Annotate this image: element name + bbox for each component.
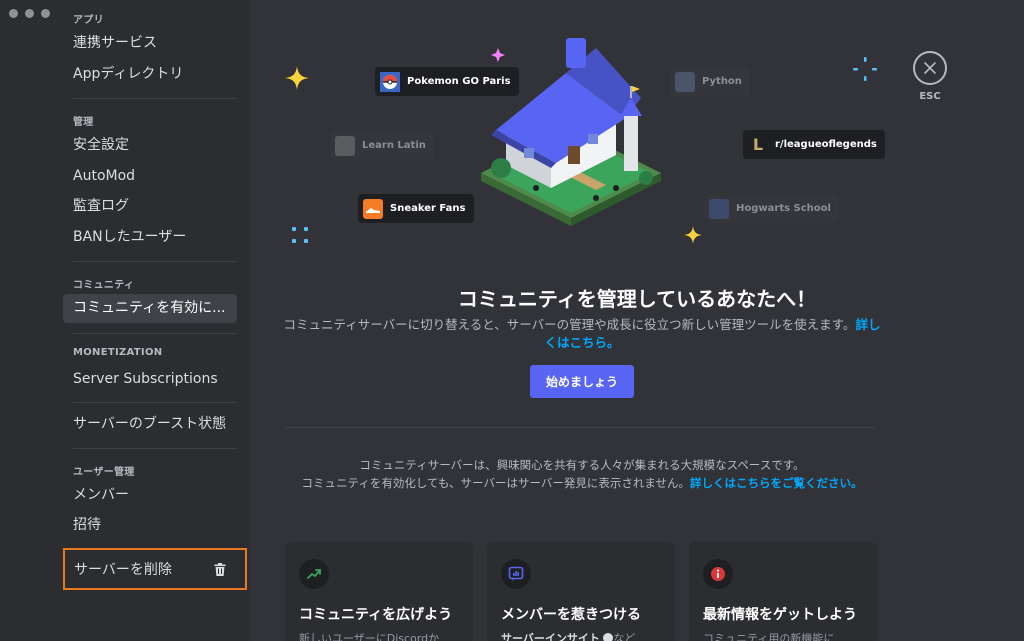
sidebar-item-enable-community[interactable]: コミュニティを有効に... bbox=[63, 294, 237, 323]
close-settings: ESC bbox=[913, 51, 947, 102]
community-settings-panel: ESC Pokemon GO Paris Python Learn Latin … bbox=[250, 0, 1024, 641]
sidebar-item-safety-setup[interactable]: 安全設定 bbox=[63, 131, 237, 160]
sidebar-divider bbox=[73, 448, 237, 449]
python-icon bbox=[675, 71, 695, 92]
sidebar-divider bbox=[73, 261, 237, 262]
sidebar-divider bbox=[73, 98, 237, 99]
sidebar-item-bans[interactable]: BANしたユーザー bbox=[63, 223, 237, 252]
window-controls bbox=[9, 9, 50, 18]
info-circle-icon bbox=[603, 633, 614, 641]
learn-more-discovery-link[interactable]: 詳しくはこちらをご覧ください。 bbox=[690, 476, 863, 490]
section-title-moderation: 管理 bbox=[73, 117, 94, 128]
server-tag-label: Hogwarts School bbox=[736, 203, 831, 214]
get-started-button[interactable]: 始めましょう bbox=[530, 365, 634, 398]
feature-card-body: サーバーインサイト など bbox=[501, 630, 635, 641]
server-tag-league-of-legends: L r/leagueoflegends bbox=[743, 130, 885, 159]
server-tag-label: Python bbox=[702, 76, 742, 87]
sneaker-icon bbox=[363, 198, 383, 219]
sidebar-divider bbox=[73, 333, 237, 334]
server-tag-python: Python bbox=[670, 67, 750, 96]
latin-icon bbox=[335, 135, 355, 156]
server-tag-label: Learn Latin bbox=[362, 140, 426, 151]
server-tag-label: Sneaker Fans bbox=[390, 203, 466, 214]
sidebar-item-invites[interactable]: 招待 bbox=[63, 511, 237, 540]
section-title-monetization: MONETIZATION bbox=[73, 347, 163, 358]
window-close-button[interactable] bbox=[9, 9, 18, 18]
window-minimize-button[interactable] bbox=[25, 9, 34, 18]
info-line-1: コミュニティサーバーは、興味関心を共有する人々が集まれる大規模なスペースです。 bbox=[359, 458, 805, 472]
server-insights-label: サーバーインサイト bbox=[501, 632, 600, 641]
sparkle-icon bbox=[292, 227, 308, 243]
sidebar-item-members[interactable]: メンバー bbox=[63, 481, 237, 510]
feature-card-body-suffix: など bbox=[613, 632, 636, 641]
section-title-user-management: ユーザー管理 bbox=[73, 467, 135, 478]
section-title-community: コミュニティ bbox=[73, 280, 135, 291]
server-tag-label: Pokemon GO Paris bbox=[407, 76, 511, 87]
window-zoom-button[interactable] bbox=[41, 9, 50, 18]
delete-server-button[interactable]: サーバーを削除 bbox=[63, 548, 247, 590]
section-divider bbox=[284, 427, 876, 428]
hero-description: コミュニティサーバーに切り替えると、サーバーの管理や成長に役立つ新しい管理ツール… bbox=[282, 316, 882, 352]
sidebar-item-audit-log[interactable]: 監査ログ bbox=[63, 192, 237, 221]
server-tag-hogwarts-school: Hogwarts School bbox=[704, 194, 839, 223]
server-tag-pokemon-go-paris: Pokemon GO Paris bbox=[375, 67, 519, 96]
hogwarts-icon bbox=[709, 198, 729, 219]
community-info: コミュニティサーバーは、興味関心を共有する人々が集まれる大規模なスペースです。 … bbox=[282, 456, 882, 492]
delete-server-label: サーバーを削除 bbox=[74, 562, 172, 578]
pokeball-icon bbox=[380, 71, 400, 92]
info-line-2: コミュニティを有効化しても、サーバーはサーバー発見に表示されません。詳しくはこち… bbox=[282, 474, 882, 492]
sidebar-item-server-subscriptions[interactable]: Server Subscriptions bbox=[63, 365, 237, 394]
sidebar-item-integrations[interactable]: 連携サービス bbox=[63, 29, 237, 58]
sidebar-item-automod[interactable]: AutoMod bbox=[63, 162, 237, 191]
settings-sidebar: アプリ 連携サービス Appディレクトリ 管理 安全設定 AutoMod 監査ロ… bbox=[0, 0, 250, 641]
hero-description-text: コミュニティサーバーに切り替えると、サーバーの管理や成長に役立つ新しい管理ツール… bbox=[283, 317, 856, 332]
feature-card-engage: メンバーを惹きつける サーバーインサイト など bbox=[487, 542, 675, 641]
section-title-apps: アプリ bbox=[73, 15, 104, 26]
trending-up-icon bbox=[299, 559, 329, 589]
insights-icon bbox=[501, 559, 531, 589]
sidebar-item-app-directory[interactable]: Appディレクトリ bbox=[63, 60, 237, 89]
feature-card-title: メンバーを惹きつける bbox=[501, 607, 641, 623]
sidebar-item-server-boost-status[interactable]: サーバーのブースト状態 bbox=[63, 410, 237, 439]
esc-label: ESC bbox=[919, 91, 941, 102]
sparkle-icon bbox=[853, 57, 877, 81]
close-icon[interactable] bbox=[913, 51, 947, 85]
sparkle-icon bbox=[285, 66, 309, 90]
feature-card-updates: 最新情報をゲットしよう コミュニティ用の新機能に bbox=[689, 542, 877, 641]
server-tag-learn-latin: Learn Latin bbox=[330, 131, 434, 160]
server-tag-label: r/leagueoflegends bbox=[775, 139, 877, 150]
server-tag-sneaker-fans: Sneaker Fans bbox=[358, 194, 474, 223]
league-icon: L bbox=[748, 134, 768, 155]
page-title: コミュニティを管理しているあなたへ！ bbox=[457, 287, 817, 311]
feature-card-title: コミュニティを広げよう bbox=[299, 607, 453, 623]
feature-card-body: 新しいユーザーにDiscordか bbox=[299, 632, 440, 641]
sparkle-icon bbox=[684, 226, 702, 244]
feature-card-grow: コミュニティを広げよう 新しいユーザーにDiscordか bbox=[285, 542, 473, 641]
info-line-2-text: コミュニティを有効化しても、サーバーはサーバー発見に表示されません。 bbox=[301, 476, 690, 490]
feature-card-title: 最新情報をゲットしよう bbox=[703, 607, 857, 623]
info-icon bbox=[703, 559, 733, 589]
feature-card-body: コミュニティ用の新機能に bbox=[703, 632, 835, 641]
trash-icon bbox=[212, 561, 228, 577]
sidebar-divider bbox=[73, 402, 237, 403]
